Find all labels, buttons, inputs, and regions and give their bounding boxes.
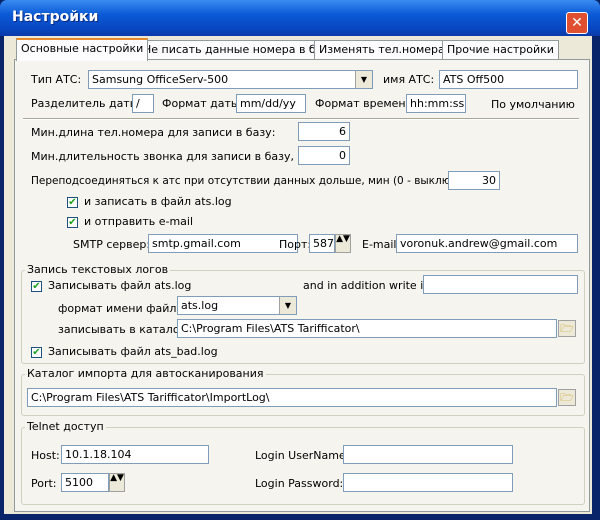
port-spin-icon[interactable]: ▲▼ (335, 234, 351, 253)
tab-panel: Тип АТС: Samsung OfficeServ-500 ▼ имя АТ… (14, 59, 590, 512)
write-log-checkbox[interactable]: ✔ (67, 197, 78, 208)
date-format-input[interactable]: mm/dd/yy (236, 94, 306, 113)
close-button[interactable]: ✕ (566, 12, 588, 34)
name-format-select[interactable]: ats.log ▼ (177, 296, 297, 315)
ats-type-label: Тип АТС: (31, 73, 82, 86)
tab-general[interactable]: Основные настройки (16, 38, 149, 61)
email-input[interactable]: voronuk.andrew@gmail.com (396, 234, 578, 253)
import-dir-input[interactable]: C:\Program Files\ATS Tarifficator\Import… (27, 388, 557, 407)
chevron-down-icon[interactable]: ▼ (279, 297, 296, 314)
folder-icon[interactable]: 🗁 (558, 389, 576, 406)
reconnect-label: Переподсоединяться к атс при отсутствии … (31, 175, 485, 187)
login-password-label: Login Password: (255, 477, 344, 490)
time-format-input[interactable]: hh:mm:ss (406, 94, 466, 113)
tab-other-settings[interactable]: Прочие настройки (442, 40, 559, 59)
login-user-label: Login UserName: (255, 449, 350, 462)
port-label: Порт: (279, 238, 312, 251)
min-length-label: Мин.длина тел.номера для записи в базу: (31, 126, 276, 139)
write-log-label: и записать в файл ats.log (84, 195, 232, 208)
time-format-label: Формат времени: (315, 97, 417, 110)
login-password-input[interactable] (343, 473, 513, 492)
default-button[interactable]: По умолчанию (491, 98, 575, 111)
send-email-checkbox[interactable]: ✔ (67, 217, 78, 228)
email-label: E-mail: (362, 238, 401, 251)
date-format-label: Формат даты: (162, 97, 244, 110)
telnet-port-input[interactable]: 5100 (61, 473, 109, 492)
import-title: Каталог импорта для автосканирования (25, 367, 266, 380)
text-log-checkbox[interactable]: ✔ (31, 281, 42, 292)
telnet-group (21, 427, 585, 505)
smtp-input[interactable]: smtp.gmail.com (148, 234, 298, 253)
login-user-input[interactable] (343, 445, 513, 464)
text-logs-title: Запись текстовых логов (25, 263, 171, 276)
host-input[interactable]: 10.1.18.104 (61, 445, 209, 464)
title-bar[interactable]: Настройки ✕ (0, 0, 600, 36)
log-dir-input[interactable]: C:\Program Files\ATS Tarifficator\ (177, 319, 557, 338)
divider (23, 118, 579, 120)
log-dir-label: записывать в каталог (58, 323, 186, 336)
chevron-down-icon[interactable]: ▼ (355, 71, 372, 88)
settings-window: Настройки ✕ Основные настройки Не писать… (0, 0, 600, 520)
date-separator-input[interactable]: / (132, 94, 154, 113)
ats-name-label: имя АТС: (383, 73, 435, 86)
tab-change-numbers[interactable]: Изменять тел.номера (314, 40, 450, 59)
host-label: Host: (31, 449, 60, 462)
bad-log-checkbox[interactable]: ✔ (31, 347, 42, 358)
send-email-label: и отправить e-mail (84, 215, 194, 228)
bad-log-label: Записывать файл ats_bad.log (48, 345, 218, 358)
name-format-value: ats.log (181, 299, 219, 312)
min-duration-input[interactable]: 0 (298, 146, 350, 165)
name-format-label: формат имени файла (58, 302, 184, 315)
min-length-input[interactable]: 6 (298, 122, 350, 141)
telnet-title: Telnet доступ (25, 420, 106, 433)
ats-type-select[interactable]: Samsung OfficeServ-500 ▼ (88, 70, 373, 89)
smtp-label: SMTP сервер: (73, 238, 151, 251)
folder-icon[interactable]: 🗁 (558, 320, 576, 337)
port-input[interactable]: 587 (309, 234, 335, 253)
ats-type-value: Samsung OfficeServ-500 (92, 73, 229, 86)
ats-name-input[interactable]: ATS Off500 (439, 70, 578, 89)
tab-exclude-numbers[interactable]: Не писать данные номера в базу (138, 40, 340, 59)
text-log-label: Записывать файл ats.log (48, 279, 192, 292)
window-title: Настройки (12, 9, 99, 25)
date-separator-label: Разделитель даты: (31, 97, 143, 110)
telnet-port-spin-icon[interactable]: ▲▼ (109, 473, 125, 492)
reconnect-input[interactable]: 30 (448, 171, 500, 190)
telnet-port-label: Port: (31, 477, 57, 490)
addition-input[interactable] (423, 275, 578, 294)
min-duration-label: Мин.длительность звонка для записи в баз… (31, 150, 321, 163)
